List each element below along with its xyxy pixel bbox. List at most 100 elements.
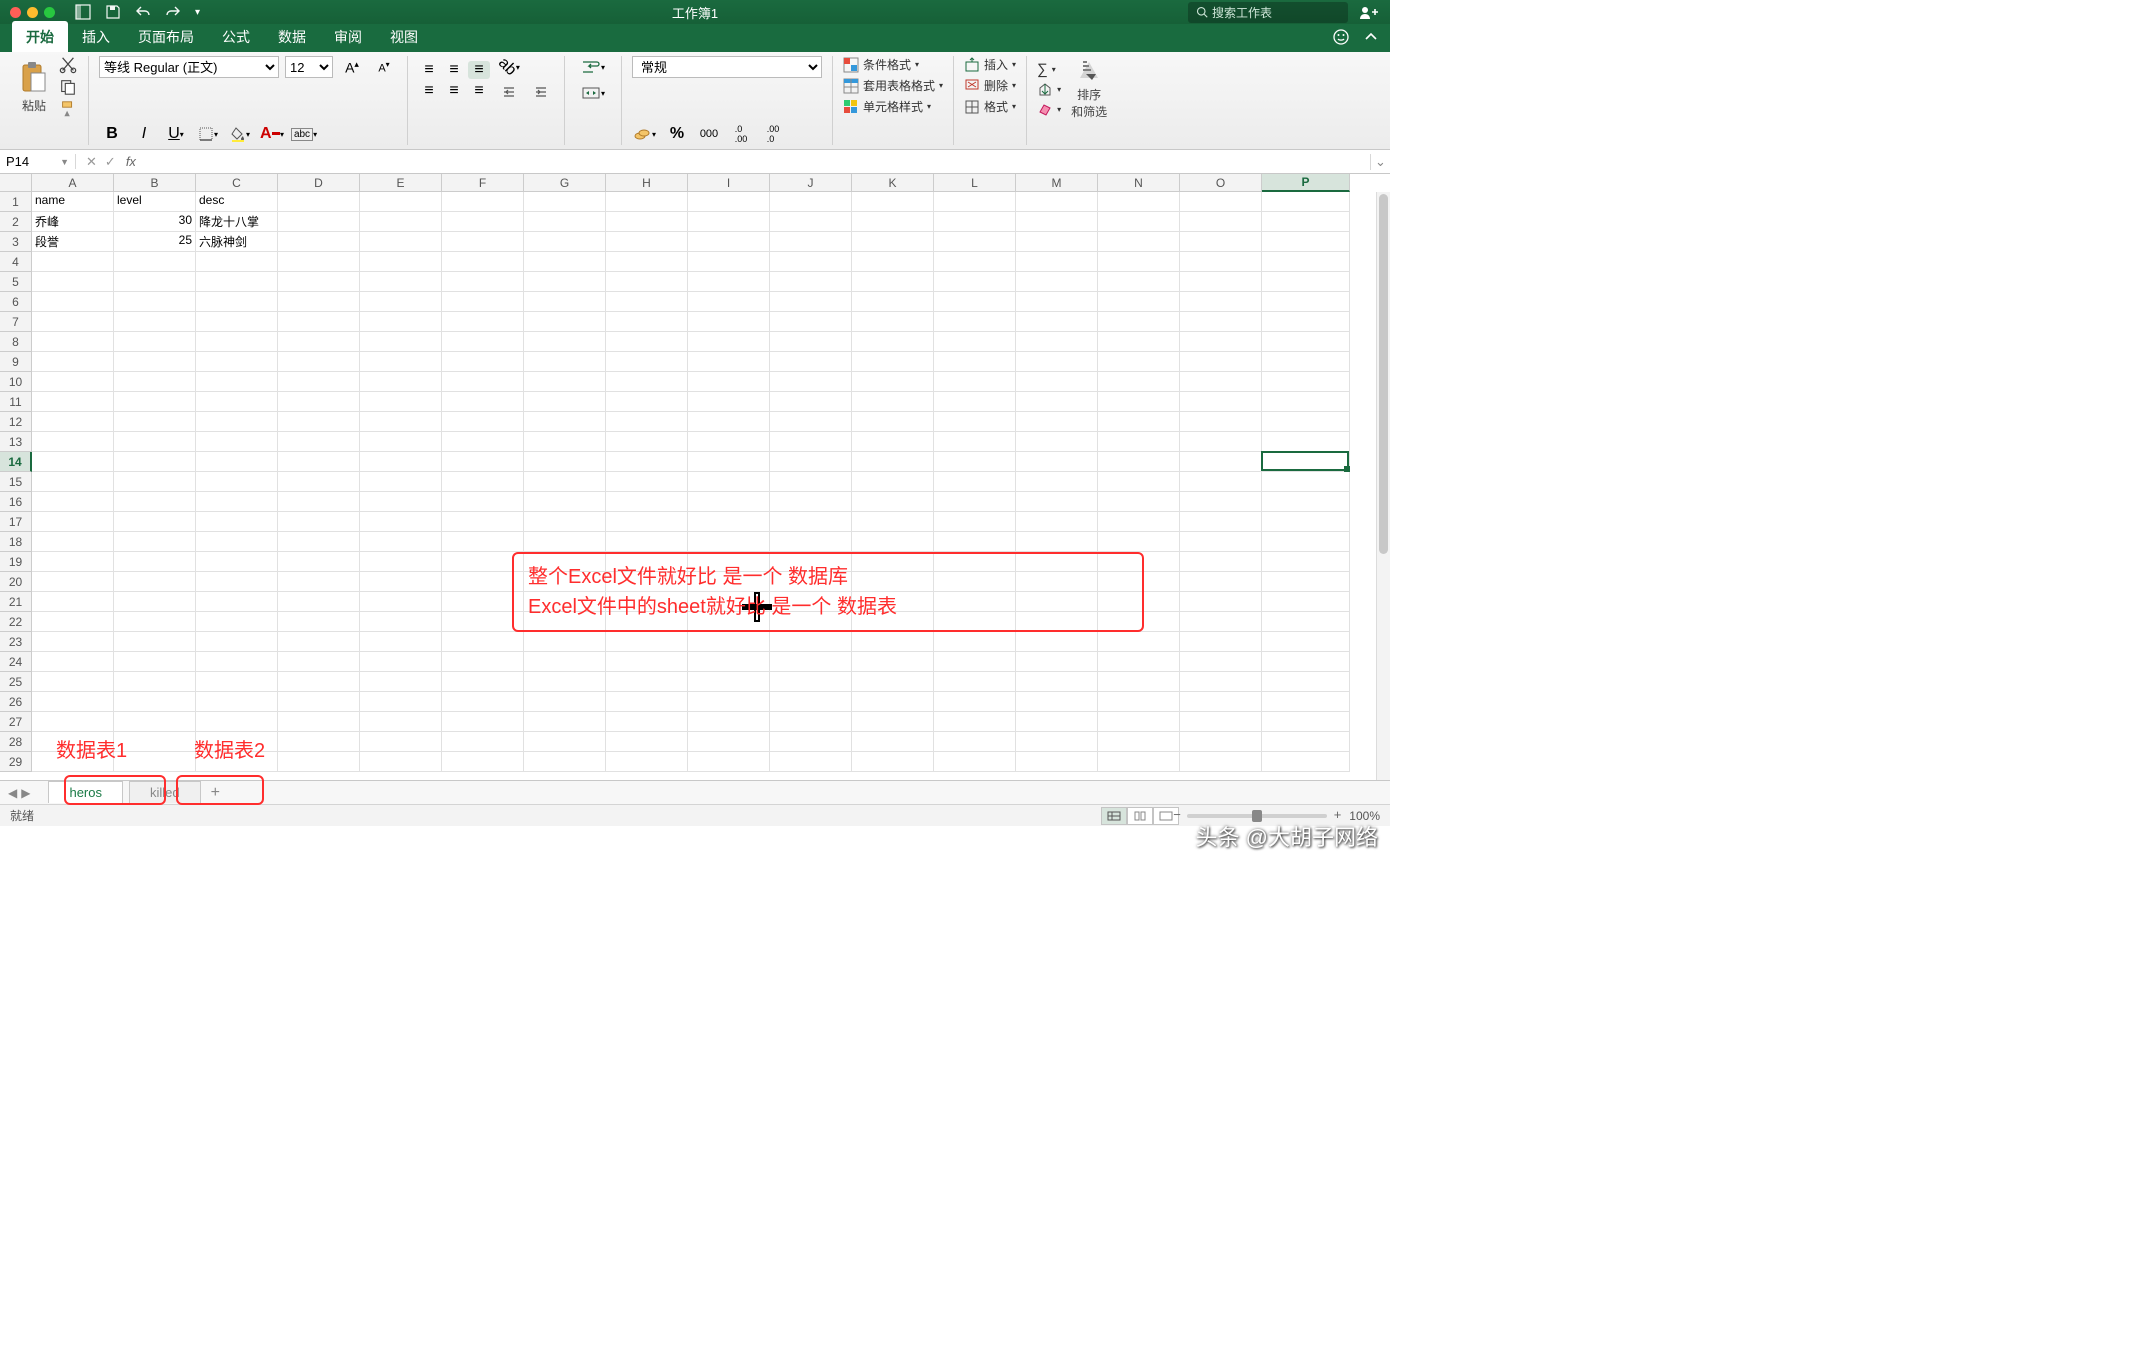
tab-插入[interactable]: 插入 <box>68 21 124 52</box>
cell[interactable] <box>934 472 1016 492</box>
column-header[interactable]: I <box>688 174 770 192</box>
cell[interactable] <box>524 652 606 672</box>
cell[interactable] <box>524 192 606 212</box>
cancel-formula-icon[interactable]: ✕ <box>86 154 97 170</box>
cell[interactable] <box>114 352 196 372</box>
cell[interactable] <box>852 192 934 212</box>
cell[interactable] <box>114 452 196 472</box>
cell[interactable] <box>770 212 852 232</box>
cell[interactable] <box>1098 652 1180 672</box>
cell[interactable] <box>1262 572 1350 592</box>
cell[interactable] <box>852 512 934 532</box>
cell[interactable] <box>32 452 114 472</box>
cell[interactable] <box>278 492 360 512</box>
cell[interactable] <box>770 492 852 512</box>
cell[interactable] <box>1262 212 1350 232</box>
cell[interactable] <box>32 672 114 692</box>
cell[interactable] <box>852 232 934 252</box>
share-icon[interactable] <box>1358 4 1380 20</box>
orientation-button[interactable]: ab▾ <box>496 56 522 78</box>
cell[interactable] <box>770 432 852 452</box>
cell[interactable] <box>360 732 442 752</box>
cell[interactable] <box>1016 532 1098 552</box>
cell[interactable] <box>688 512 770 532</box>
cell[interactable] <box>196 592 278 612</box>
cell[interactable] <box>852 472 934 492</box>
cell[interactable] <box>32 712 114 732</box>
align-top-left-icon[interactable]: ≡ <box>418 61 440 79</box>
cell[interactable] <box>770 712 852 732</box>
cell[interactable] <box>688 392 770 412</box>
row-header[interactable]: 17 <box>0 512 32 532</box>
bold-button[interactable]: B <box>99 123 125 145</box>
cell[interactable]: 25 <box>114 232 196 252</box>
column-header[interactable]: D <box>278 174 360 192</box>
cell[interactable] <box>278 412 360 432</box>
indent-decrease-icon[interactable] <box>496 82 522 104</box>
cell[interactable] <box>278 552 360 572</box>
cell[interactable] <box>278 352 360 372</box>
row-header[interactable]: 27 <box>0 712 32 732</box>
align-top-right-icon[interactable]: ≡ <box>468 61 490 79</box>
cell[interactable] <box>114 412 196 432</box>
cell[interactable] <box>442 272 524 292</box>
cell[interactable] <box>1098 532 1180 552</box>
cell[interactable] <box>852 292 934 312</box>
cell[interactable] <box>934 332 1016 352</box>
cell[interactable] <box>278 452 360 472</box>
cell[interactable]: level <box>114 192 196 212</box>
close-window-button[interactable] <box>10 7 21 18</box>
cell[interactable] <box>442 652 524 672</box>
cell[interactable] <box>442 532 524 552</box>
minimize-window-button[interactable] <box>27 7 38 18</box>
number-format-select[interactable]: 常规 <box>632 56 822 78</box>
cell[interactable] <box>360 672 442 692</box>
cell[interactable] <box>1262 532 1350 552</box>
cell[interactable] <box>606 212 688 232</box>
row-header[interactable]: 11 <box>0 392 32 412</box>
indent-increase-icon[interactable] <box>528 82 554 104</box>
cell[interactable] <box>360 192 442 212</box>
cell[interactable] <box>278 472 360 492</box>
cell[interactable] <box>606 252 688 272</box>
cell[interactable] <box>1180 452 1262 472</box>
cell[interactable] <box>196 672 278 692</box>
cell[interactable] <box>1180 512 1262 532</box>
cell[interactable] <box>1180 652 1262 672</box>
cell[interactable] <box>524 692 606 712</box>
cell[interactable]: desc <box>196 192 278 212</box>
cell[interactable] <box>360 592 442 612</box>
cell[interactable] <box>1016 632 1098 652</box>
cell[interactable] <box>1016 372 1098 392</box>
cell[interactable] <box>278 752 360 772</box>
cell[interactable] <box>1016 452 1098 472</box>
cell[interactable] <box>278 732 360 752</box>
cell[interactable] <box>524 432 606 452</box>
cell[interactable] <box>524 312 606 332</box>
cell[interactable] <box>1262 612 1350 632</box>
cell[interactable] <box>32 392 114 412</box>
cell[interactable] <box>114 572 196 592</box>
column-header[interactable]: M <box>1016 174 1098 192</box>
cell[interactable] <box>1262 592 1350 612</box>
cell[interactable] <box>1180 712 1262 732</box>
cell[interactable] <box>688 692 770 712</box>
cell[interactable] <box>1262 292 1350 312</box>
cell[interactable] <box>442 692 524 712</box>
cell[interactable] <box>934 452 1016 472</box>
cell[interactable] <box>852 372 934 392</box>
align-left-icon[interactable]: ≡ <box>418 82 440 100</box>
cell[interactable] <box>770 412 852 432</box>
cell[interactable] <box>1262 352 1350 372</box>
cell[interactable] <box>524 532 606 552</box>
cell[interactable] <box>1098 272 1180 292</box>
cell[interactable] <box>852 272 934 292</box>
cell[interactable] <box>688 752 770 772</box>
cell[interactable] <box>360 612 442 632</box>
cell[interactable] <box>360 212 442 232</box>
cell[interactable] <box>32 552 114 572</box>
smiley-icon[interactable] <box>1332 28 1350 46</box>
percent-button[interactable]: % <box>664 123 690 145</box>
cell[interactable] <box>32 612 114 632</box>
cell[interactable] <box>1098 212 1180 232</box>
